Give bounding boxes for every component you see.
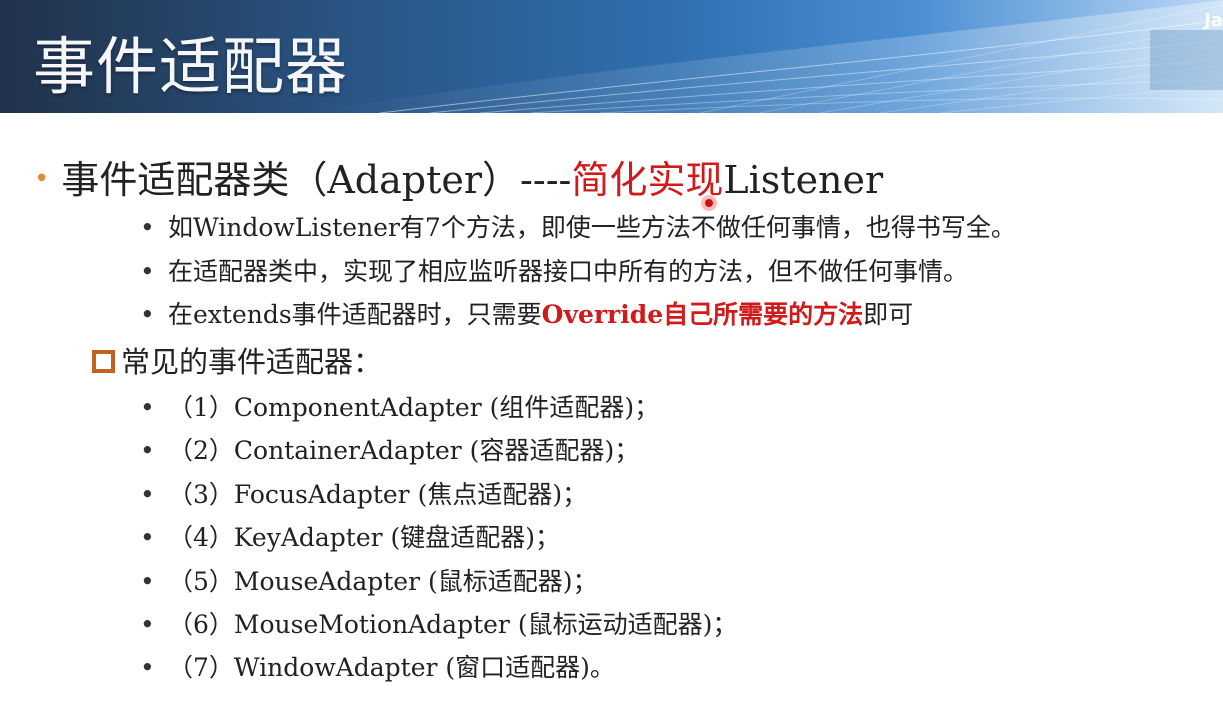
adapter-text: （6）MouseMotionAdapter (鼠标运动适配器)； [168,610,738,639]
adapter-item-7: • （7）WindowAdapter (窗口适配器)。 [140,648,615,684]
sub-point-text: 如WindowListener有7个方法，即使一些方法不做任何事情，也得书写全。 [168,213,1016,242]
adapter-item-5: • （5）MouseAdapter (鼠标适配器)； [140,562,598,598]
adapter-text: （2）ContainerAdapter (容器适配器)； [168,436,640,465]
adapter-text: （3）FocusAdapter (焦点适配器)； [168,480,588,509]
sub-point-3: • 在extends事件适配器时，只需要Override自己所需要的方法即可 [140,295,913,331]
corner-logo-text: Ja [1204,10,1223,31]
section-heading: 常见的事件适配器： [92,339,382,381]
bullet-dot-icon: • [140,393,155,422]
bullet-dot-icon: • [34,164,50,194]
main-bullet-highlight: 简化实现 [571,158,724,202]
main-bullet-suffix: Listener [723,158,884,202]
sub-point-text: 在适配器类中，实现了相应监听器接口中所有的方法，但不做任何事情。 [168,257,969,286]
adapter-item-2: • （2）ContainerAdapter (容器适配器)； [140,431,639,467]
bullet-dot-icon: • [140,436,155,465]
sub-point-after: 即可 [863,300,914,329]
adapter-item-6: • （6）MouseMotionAdapter (鼠标运动适配器)； [140,605,737,641]
bullet-dot-icon: • [140,610,155,639]
adapter-text: （7）WindowAdapter (窗口适配器)。 [168,653,615,682]
bullet-dot-icon: • [140,523,155,552]
slide-content: • 事件适配器类（Adapter）----简化实现Listener • 如Windo… [0,113,1223,727]
adapter-text: （4）KeyAdapter (键盘适配器)； [168,523,561,552]
adapter-item-1: • （1）ComponentAdapter (组件适配器)； [140,388,659,424]
adapter-text: （5）MouseAdapter (鼠标适配器)； [168,567,598,596]
sub-point-highlight: Override自己所需要的方法 [541,300,864,329]
main-bullet: • 事件适配器类（Adapter）----简化实现Listener [34,149,883,204]
adapter-item-3: • （3）FocusAdapter (焦点适配器)； [140,475,587,511]
slide-header: 事件适配器 Ja [0,0,1223,113]
main-bullet-prefix: 事件适配器类（Adapter）---- [61,158,572,202]
bullet-dot-icon: • [140,213,155,242]
adapter-item-4: • （4）KeyAdapter (键盘适配器)； [140,518,560,554]
bullet-dot-icon: • [140,567,155,596]
sub-point-1: • 如WindowListener有7个方法，即使一些方法不做任何事情，也得书写全… [140,208,1016,244]
bullet-dot-icon: • [140,480,155,509]
slide-title: 事件适配器 [33,30,349,103]
section-heading-text: 常见的事件适配器： [121,345,383,379]
bullet-dot-icon: • [140,300,155,329]
pointer-cursor-icon [701,195,717,211]
square-bullet-icon [92,350,115,373]
bullet-dot-icon: • [140,257,155,286]
sub-point-before: 在extends事件适配器时，只需要 [168,300,542,329]
sub-point-2: • 在适配器类中，实现了相应监听器接口中所有的方法，但不做任何事情。 [140,252,968,288]
bullet-dot-icon: • [140,653,155,682]
adapter-text: （1）ComponentAdapter (组件适配器)； [168,393,660,422]
